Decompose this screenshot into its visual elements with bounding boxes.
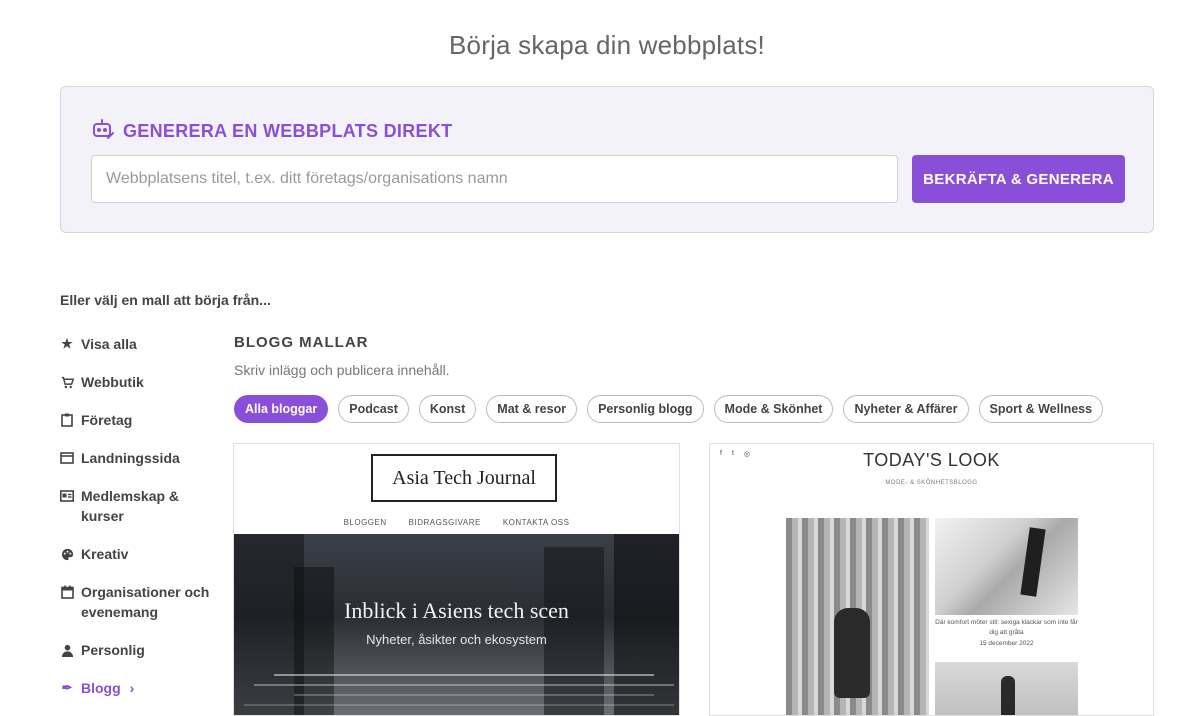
clipboard-icon bbox=[60, 410, 74, 430]
template-photo-secondary bbox=[935, 662, 1078, 715]
template-hero-subtitle: Nyheter, åsikter och ekosystem bbox=[366, 632, 547, 647]
generator-heading-text: GENERERA EN WEBBPLATS DIREKT bbox=[123, 121, 453, 141]
calendar-icon bbox=[60, 582, 74, 602]
sidebar-item-webbutik[interactable]: Webbutik bbox=[60, 372, 220, 392]
sidebar-item-label: Webbutik bbox=[81, 374, 144, 390]
template-photo-heels bbox=[935, 518, 1078, 615]
chip-mode-skonhet[interactable]: Mode & Skönhet bbox=[713, 395, 834, 423]
robot-icon bbox=[91, 117, 115, 146]
id-card-icon bbox=[60, 486, 74, 506]
star-icon: ★ bbox=[61, 336, 73, 351]
sidebar-item-kreativ[interactable]: Kreativ bbox=[60, 544, 220, 564]
sidebar-item-visa-alla[interactable]: ★ Visa alla bbox=[60, 334, 220, 354]
confirm-generate-button[interactable]: BEKRÄFTA & GENERERA bbox=[912, 155, 1125, 203]
chip-podcast[interactable]: Podcast bbox=[338, 395, 409, 423]
sidebar-item-label: Landningssida bbox=[81, 450, 180, 466]
template-subtitle: MODE- & SKÖNHETSBLOGG bbox=[885, 480, 978, 486]
category-sidebar: ★ Visa alla Webbutik Företag Landningssi… bbox=[60, 334, 220, 716]
sidebar-item-label: Företag bbox=[81, 412, 133, 428]
sidebar-item-label: Medlemskap & kurser bbox=[81, 488, 180, 524]
generator-panel: GENERERA EN WEBBPLATS DIREKT BEKRÄFTA & … bbox=[60, 86, 1154, 233]
chip-mat-resor[interactable]: Mat & resor bbox=[486, 395, 578, 423]
chip-alla-bloggar[interactable]: Alla bloggar bbox=[234, 395, 329, 423]
chip-personlig-blogg[interactable]: Personlig blogg bbox=[587, 395, 704, 423]
template-post-caption: Där komfort möter stil: sexiga klackar s… bbox=[935, 619, 1078, 636]
user-icon bbox=[60, 640, 74, 660]
feather-icon: ✒ bbox=[61, 680, 73, 695]
section-subtitle: Skriv inlägg och publicera innehåll. bbox=[234, 362, 450, 378]
sidebar-item-label: Organisationer och evenemang bbox=[81, 584, 210, 620]
sidebar-item-label: Personlig bbox=[81, 642, 145, 658]
sidebar-item-blogg[interactable]: ✒ Blogg › bbox=[60, 678, 220, 698]
sidebar-item-foretag[interactable]: Företag bbox=[60, 410, 220, 430]
sidebar-item-label: Visa alla bbox=[81, 336, 137, 352]
sidebar-item-label: Blogg bbox=[81, 680, 121, 696]
site-title-input[interactable] bbox=[91, 155, 898, 203]
template-photo-main bbox=[786, 518, 929, 715]
section-title: BLOGG MALLAR bbox=[234, 334, 369, 351]
chip-konst[interactable]: Konst bbox=[418, 395, 477, 423]
cart-icon bbox=[60, 372, 74, 392]
sidebar-item-landningssida[interactable]: Landningssida bbox=[60, 448, 220, 468]
template-title: TODAY'S LOOK bbox=[863, 450, 1000, 470]
sidebar-item-label: Kreativ bbox=[81, 546, 129, 562]
template-card-todays-look[interactable]: f t ◎ TODAY'S LOOK MODE- & SKÖNHETSBLOGG… bbox=[709, 443, 1154, 716]
sidebar-item-medlemskap[interactable]: Medlemskap & kurser bbox=[60, 486, 220, 526]
template-nav: BLOGGEN BIDRAGSGIVARE KONTAKTA OSS bbox=[234, 518, 679, 527]
window-icon bbox=[60, 448, 74, 468]
template-hero-image: Inblick i Asiens tech scen Nyheter, åsik… bbox=[234, 534, 679, 715]
page-title: Börja skapa din webbplats! bbox=[449, 30, 765, 60]
template-card-asia-tech-journal[interactable]: Asia Tech Journal BLOGGEN BIDRAGSGIVARE … bbox=[233, 443, 680, 716]
chevron-right-icon: › bbox=[129, 680, 135, 696]
filter-chips: Alla bloggar Podcast Konst Mat & resor P… bbox=[234, 395, 1104, 423]
template-nav-item: BLOGGEN bbox=[343, 518, 387, 527]
choose-template-label: Eller välj en mall att börja från... bbox=[60, 292, 271, 308]
chip-nyheter-affarer[interactable]: Nyheter & Affärer bbox=[843, 395, 969, 423]
template-hero-title: Inblick i Asiens tech scen bbox=[344, 598, 569, 623]
template-nav-item: BIDRAGSGIVARE bbox=[408, 518, 481, 527]
sidebar-item-personlig[interactable]: Personlig bbox=[60, 640, 220, 660]
template-logo: Asia Tech Journal bbox=[371, 454, 557, 502]
sidebar-item-organisationer[interactable]: Organisationer och evenemang bbox=[60, 582, 220, 622]
generator-heading: GENERERA EN WEBBPLATS DIREKT bbox=[91, 117, 452, 146]
template-post-date: 15 december 2022 bbox=[979, 640, 1034, 647]
template-nav-item: KONTAKTA OSS bbox=[502, 518, 570, 527]
palette-icon bbox=[60, 544, 74, 564]
chip-sport-wellness[interactable]: Sport & Wellness bbox=[978, 395, 1104, 423]
